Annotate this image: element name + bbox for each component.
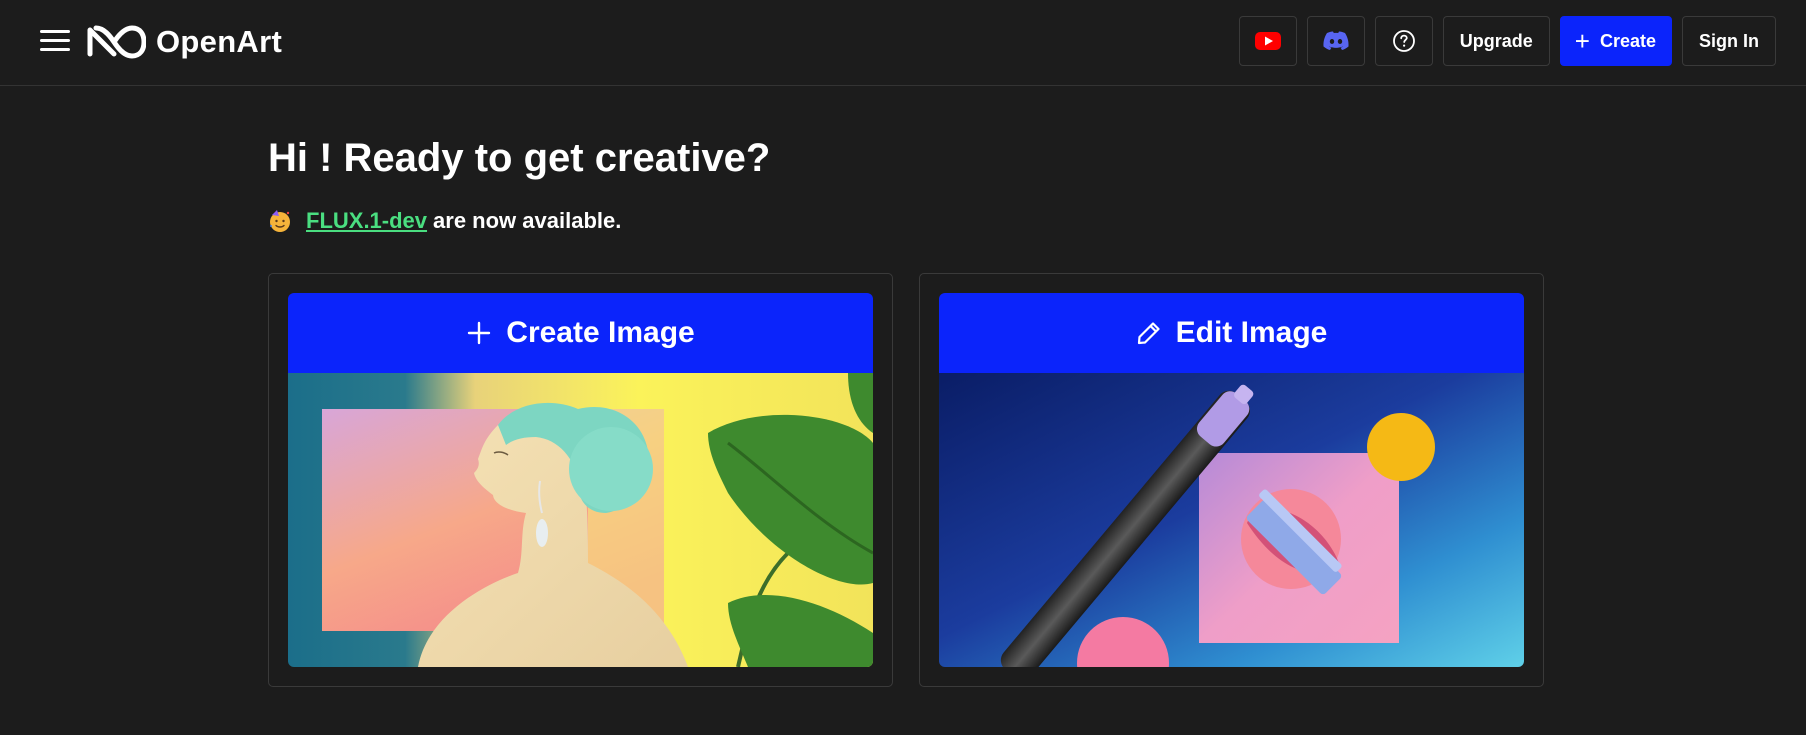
edit-image-header: Edit Image — [939, 293, 1524, 373]
infinity-logo-icon — [87, 25, 146, 59]
create-image-card-frame: Create Image — [268, 273, 893, 687]
edit-image-card[interactable]: Edit Image — [939, 293, 1524, 667]
main-content: Hi ! Ready to get creative? FLUX.1-dev a… — [268, 86, 1544, 687]
create-image-preview — [288, 373, 873, 667]
youtube-icon — [1254, 32, 1281, 50]
create-button-label: Create — [1599, 30, 1656, 51]
plus-icon — [468, 321, 491, 345]
discord-button[interactable] — [1306, 16, 1365, 66]
page-title: Hi ! Ready to get creative? — [268, 136, 771, 180]
action-cards: Create Image Edit Image — [268, 273, 1544, 687]
upgrade-button[interactable]: Upgrade — [1442, 16, 1550, 66]
pencil-icon — [1137, 322, 1160, 345]
sign-in-button[interactable]: Sign In — [1682, 16, 1776, 66]
create-image-card[interactable]: Create Image — [288, 293, 873, 667]
youtube-button[interactable] — [1238, 16, 1297, 66]
create-image-label: Create Image — [506, 316, 695, 349]
hamburger-menu-icon[interactable] — [38, 28, 72, 54]
announcement: FLUX.1-dev are now available. — [268, 208, 1544, 234]
help-circle-icon — [1392, 30, 1415, 52]
edit-image-label: Edit Image — [1175, 316, 1328, 349]
announcement-text: are now available. — [433, 208, 622, 233]
header-actions: Upgrade + Create Sign In — [1238, 16, 1776, 66]
flux-model-link[interactable]: FLUX.1-dev — [306, 208, 427, 234]
brand-name: OpenArt — [156, 24, 283, 59]
discord-icon — [1323, 31, 1349, 50]
edit-image-preview — [939, 373, 1524, 667]
openart-logo[interactable]: OpenArt — [84, 20, 282, 64]
create-image-header: Create Image — [288, 293, 873, 373]
plus-icon: + — [1574, 26, 1590, 56]
create-button[interactable]: + Create — [1559, 16, 1672, 66]
help-button[interactable] — [1374, 16, 1433, 66]
edit-image-card-frame: Edit Image — [919, 273, 1544, 687]
party-face-icon — [270, 210, 290, 232]
top-navigation-bar: OpenArt Upgrade + Create Sign In — [0, 0, 1806, 86]
